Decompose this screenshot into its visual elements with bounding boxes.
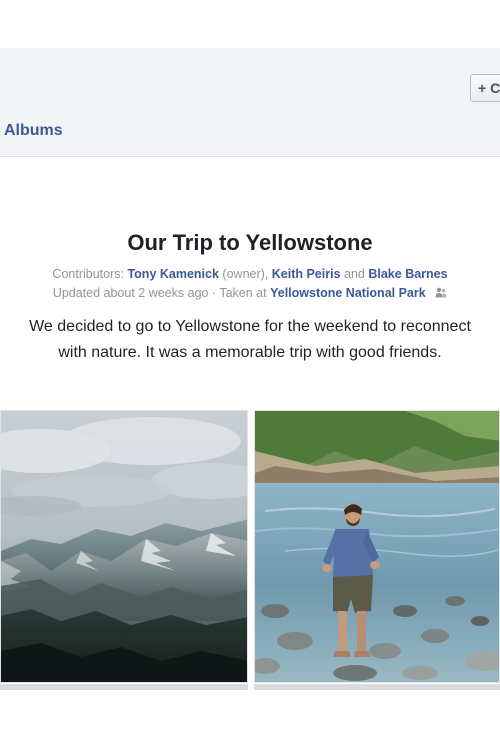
album-page: + C Albums Our Trip to Yellowstone Contr… — [0, 0, 500, 750]
contributor-link[interactable]: Tony Kamenick — [127, 267, 218, 281]
create-album-button[interactable]: + C — [470, 74, 500, 102]
people-tag-icon[interactable] — [435, 287, 447, 301]
contributor-link[interactable]: Keith Peiris — [272, 267, 341, 281]
photo-man-wading-river[interactable] — [254, 410, 500, 683]
description-line: We decided to go to Yellowstone for the … — [29, 318, 471, 335]
contributors-line: Contributors: Tony Kamenick (owner), Kei… — [52, 267, 448, 281]
album-description: We decided to go to Yellowstone for the … — [0, 314, 500, 366]
owner-tag: (owner) — [222, 267, 265, 281]
photo-mountain-landscape[interactable] — [0, 410, 248, 683]
description-line: with nature. It was a memorable trip wit… — [58, 344, 442, 361]
contributor-link[interactable]: Blake Barnes — [368, 267, 447, 281]
album-title: Our Trip to Yellowstone — [127, 230, 373, 255]
photo-bottom-edge — [254, 684, 500, 690]
album-header-bar — [0, 48, 500, 157]
create-button-label: + C — [478, 80, 500, 96]
photo-bottom-edge — [0, 684, 248, 690]
updated-text: Updated about 2 weeks ago · Taken at — [52, 286, 267, 300]
and-word: and — [344, 267, 365, 281]
updated-line: Updated about 2 weeks ago · Taken at Yel… — [0, 286, 500, 301]
location-link[interactable]: Yellowstone National Park — [270, 286, 426, 300]
albums-link[interactable]: Albums — [4, 122, 63, 140]
contributors-label: Contributors: — [52, 267, 124, 281]
